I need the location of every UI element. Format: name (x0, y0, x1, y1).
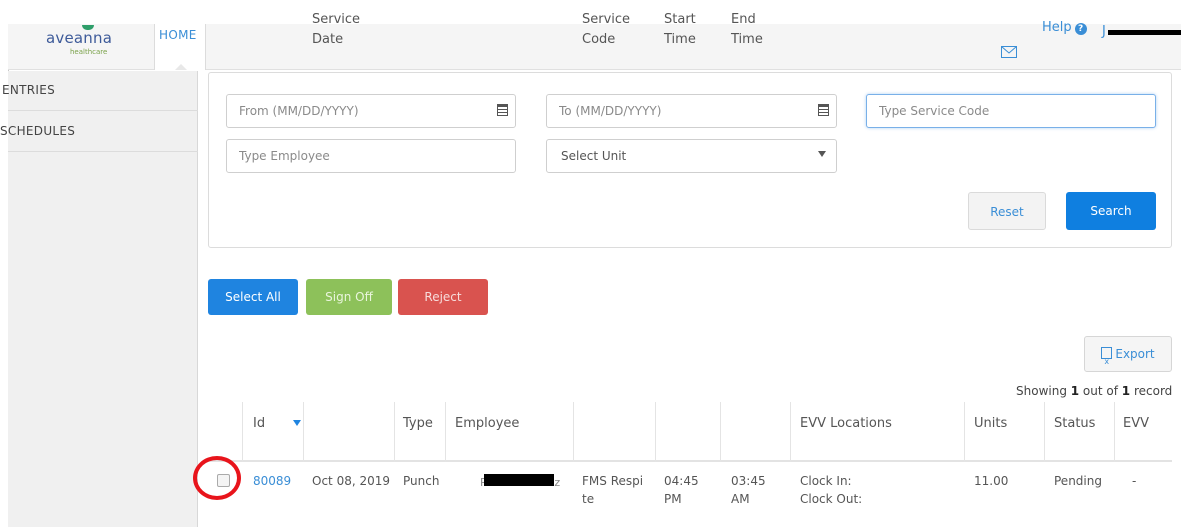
sidebar-item-label: ENTRIES (2, 83, 56, 97)
column-header-evv[interactable]: EVV (1123, 414, 1149, 434)
excel-file-icon (1101, 345, 1113, 379)
row-status: Pending (1054, 474, 1102, 488)
row-evv-locations: Clock In: Clock Out: (800, 474, 863, 506)
column-header-units[interactable]: Units (974, 414, 1007, 434)
calendar-icon (497, 104, 508, 116)
logo-sub-text: healthcare (70, 48, 108, 56)
table-header (208, 402, 1172, 462)
column-header-type[interactable]: Type (403, 414, 433, 434)
row-start-time: 04:45 PM (664, 474, 699, 506)
column-header-service-code[interactable]: Service Code (582, 10, 630, 50)
column-header-service-date[interactable]: Service Date (312, 10, 360, 50)
column-divider (655, 402, 656, 462)
chevron-down-icon (818, 151, 826, 157)
calendar-icon (818, 104, 829, 116)
column-divider (394, 402, 395, 462)
help-link[interactable]: Help? (1042, 20, 1087, 35)
from-date-input[interactable] (226, 94, 516, 128)
reset-button[interactable]: Reset (968, 192, 1046, 230)
column-header-status[interactable]: Status (1054, 414, 1095, 434)
row-id-link[interactable]: 80089 (253, 472, 291, 490)
column-divider (964, 402, 965, 462)
row-service-date: Oct 08, 2019 (312, 474, 390, 488)
service-code-input[interactable] (866, 94, 1156, 128)
nav-caret-icon (175, 64, 187, 70)
column-header-employee[interactable]: Employee (455, 414, 519, 434)
row-evv: - (1132, 474, 1137, 488)
column-divider (445, 402, 446, 462)
column-header-start-time[interactable]: Start Time (664, 10, 696, 50)
from-calendar-button[interactable] (490, 94, 516, 128)
records-summary: Showing 1 out of 1 record (1016, 384, 1173, 398)
sign-off-button[interactable]: Sign Off (306, 279, 392, 315)
to-date-input[interactable] (546, 94, 837, 128)
sort-desc-icon[interactable] (293, 420, 301, 426)
column-divider (303, 402, 304, 462)
question-circle-icon: ? (1074, 23, 1087, 35)
column-divider (573, 402, 574, 462)
employee-input[interactable] (226, 139, 516, 173)
redacted-employee-name (484, 474, 554, 486)
logo-brand-text: aveanna (46, 29, 113, 47)
sidebar: ENTRIES SCHEDULES (0, 71, 198, 527)
row-service-code: FMS Respi te (582, 474, 644, 506)
export-label: Export (1115, 347, 1155, 361)
column-divider (242, 402, 243, 462)
aveanna-logo[interactable]: aveanna healthcare (22, 24, 150, 68)
row-units: 11.00 (974, 474, 1009, 488)
column-divider (790, 402, 791, 462)
unit-select[interactable]: Select Unit (546, 139, 837, 173)
sidebar-item-schedules[interactable]: SCHEDULES (0, 112, 198, 152)
user-initial[interactable]: J (1102, 24, 1106, 39)
column-divider (720, 402, 721, 462)
export-button[interactable]: Export (1084, 336, 1172, 379)
envelope-icon[interactable] (1001, 46, 1017, 58)
row-end-time: 03:45 AM (731, 474, 766, 506)
help-label: Help (1042, 20, 1072, 35)
nav-home-label: HOME (159, 28, 197, 42)
column-divider (1044, 402, 1045, 462)
annotation-circle (193, 456, 241, 500)
unit-select-value: Select Unit (561, 149, 627, 163)
sidebar-item-entries[interactable]: ENTRIES (2, 71, 198, 111)
column-divider (1114, 402, 1115, 462)
column-header-id[interactable]: Id (253, 414, 265, 434)
reject-button[interactable]: Reject (398, 279, 488, 315)
select-all-button[interactable]: Select All (208, 279, 298, 315)
column-header-evv-locations[interactable]: EVV Locations (800, 414, 892, 434)
nav-home-tab[interactable]: HOME (154, 24, 206, 70)
search-button[interactable]: Search (1066, 192, 1156, 230)
redacted-user-name (1108, 30, 1181, 35)
to-calendar-button[interactable] (811, 94, 837, 128)
sidebar-item-label: SCHEDULES (0, 124, 76, 138)
row-type: Punch (403, 474, 440, 488)
column-header-end-time[interactable]: End Time (731, 10, 763, 50)
